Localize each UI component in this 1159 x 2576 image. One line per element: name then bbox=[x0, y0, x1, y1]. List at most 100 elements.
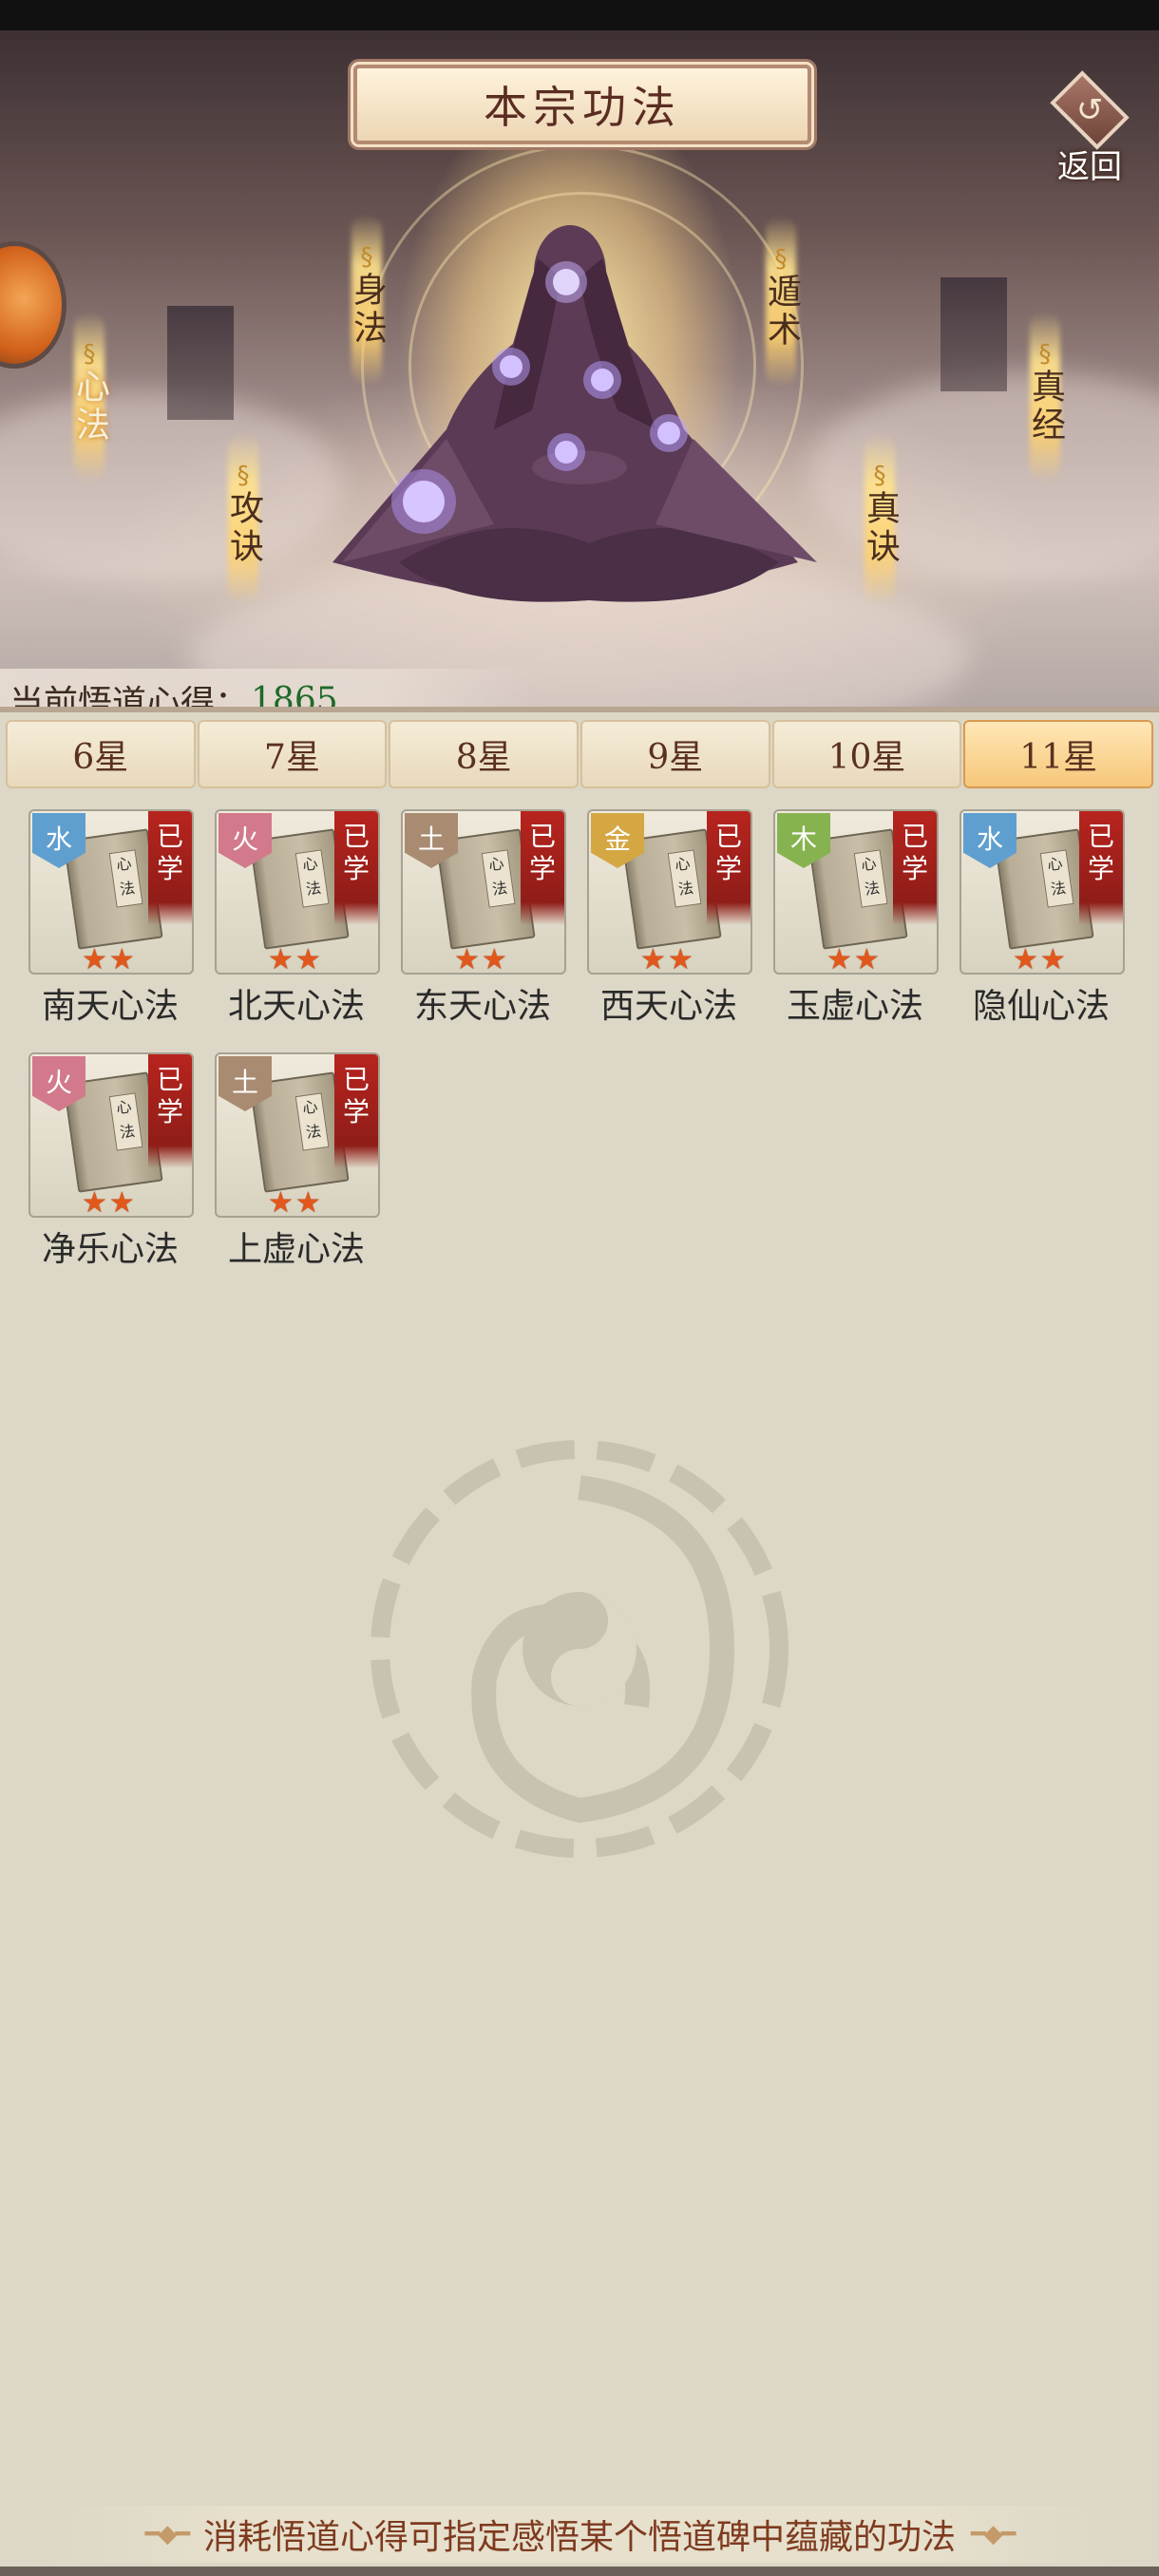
learned-char: 已 bbox=[714, 821, 742, 852]
star-tab-row: 6星 7星 8星 9星 10星 11星 bbox=[6, 720, 1154, 788]
technique-item[interactable]: 心法火已学 ★ ★ 净乐心法 bbox=[25, 1052, 196, 1280]
technique-zhenjue[interactable]: § 真诀 bbox=[851, 433, 908, 604]
technique-name: 玉虚心法 bbox=[786, 987, 923, 1026]
back-button[interactable]: ↺ 返回 bbox=[1037, 70, 1142, 186]
learned-char: 学 bbox=[156, 853, 183, 884]
technique-zhenjing[interactable]: § 真经 bbox=[1016, 312, 1074, 483]
technique-item[interactable]: 心法金已学 ★ ★ 西天心法 bbox=[583, 809, 754, 1037]
star-rating: ★ ★ bbox=[454, 943, 507, 975]
status-bar bbox=[0, 0, 1159, 30]
technique-gongjue[interactable]: § 攻诀 bbox=[215, 433, 272, 604]
learned-char: 学 bbox=[528, 853, 556, 884]
star-icon: ★ bbox=[294, 1186, 321, 1218]
star-rating: ★ ★ bbox=[1013, 943, 1066, 975]
technique-xinfa[interactable]: § 心法 bbox=[61, 312, 118, 483]
learned-tag: 已学 bbox=[1079, 811, 1123, 925]
book-glyph: 心法 bbox=[667, 849, 702, 908]
technique-name: 上虚心法 bbox=[227, 1230, 365, 1269]
learned-char: 已 bbox=[1087, 821, 1114, 852]
footer-hint: ━◆━ 消耗悟道心得可指定感悟某个悟道碑中蕴藏的功法 ━◆━ bbox=[28, 2506, 1130, 2563]
star-icon: ★ bbox=[82, 1186, 107, 1218]
tab-6-star[interactable]: 6星 bbox=[6, 720, 196, 788]
star-icon: ★ bbox=[640, 943, 666, 975]
rune-icon: § bbox=[83, 340, 96, 369]
ornament-icon: ━◆━ bbox=[144, 2520, 190, 2548]
technique-card: 心法木已学 ★ ★ bbox=[773, 809, 939, 975]
technique-card: 心法土已学 ★ ★ bbox=[215, 1052, 380, 1218]
page-title-banner: 本宗功法 bbox=[353, 65, 811, 144]
book-glyph: 心法 bbox=[294, 1092, 330, 1151]
technique-item[interactable]: 心法火已学 ★ ★ 北天心法 bbox=[211, 809, 382, 1037]
learned-tag: 已学 bbox=[334, 1054, 378, 1168]
star-rating: ★ ★ bbox=[268, 943, 321, 975]
wudao-points-bar: 当前悟道心得： 1865 bbox=[0, 669, 542, 707]
divider bbox=[0, 707, 1159, 712]
technique-item[interactable]: 心法水已学 ★ ★ 南天心法 bbox=[25, 809, 196, 1037]
technique-card: 心法水已学 ★ ★ bbox=[960, 809, 1125, 975]
technique-item[interactable]: 心法土已学 ★ ★ 上虚心法 bbox=[211, 1052, 382, 1280]
learned-tag: 已学 bbox=[148, 1054, 192, 1168]
tab-9-star[interactable]: 9星 bbox=[580, 720, 770, 788]
technique-name: 净乐心法 bbox=[41, 1230, 179, 1269]
star-icon: ★ bbox=[826, 943, 852, 975]
book-glyph: 心法 bbox=[108, 849, 143, 908]
book-glyph: 心法 bbox=[108, 1092, 143, 1151]
tab-8-star[interactable]: 8星 bbox=[389, 720, 580, 788]
star-icon: ★ bbox=[454, 943, 480, 975]
technique-card: 心法水已学 ★ ★ bbox=[28, 809, 194, 975]
star-icon: ★ bbox=[667, 943, 694, 975]
rune-icon: § bbox=[360, 243, 373, 272]
learned-tag: 已学 bbox=[707, 811, 750, 925]
back-label: 返回 bbox=[1057, 148, 1122, 186]
technique-item[interactable]: 心法土已学 ★ ★ 东天心法 bbox=[397, 809, 568, 1037]
learned-char: 已 bbox=[156, 1064, 183, 1095]
wudao-value: 1865 bbox=[251, 680, 338, 708]
star-icon: ★ bbox=[268, 1186, 294, 1218]
taiji-watermark-icon bbox=[370, 1440, 788, 1858]
rune-icon: § bbox=[774, 245, 788, 274]
learned-char: 学 bbox=[714, 853, 742, 884]
star-icon: ★ bbox=[108, 943, 135, 975]
technique-card: 心法土已学 ★ ★ bbox=[401, 809, 566, 975]
bottom-edge bbox=[0, 2567, 1159, 2576]
star-icon: ★ bbox=[853, 943, 880, 975]
tab-10-star[interactable]: 10星 bbox=[771, 720, 962, 788]
learned-char: 学 bbox=[342, 1096, 370, 1127]
book-glyph: 心法 bbox=[1039, 849, 1074, 908]
back-arrow-icon: ↺ bbox=[1050, 70, 1130, 150]
star-icon: ★ bbox=[481, 943, 507, 975]
learned-char: 学 bbox=[1087, 853, 1114, 884]
technique-dunshu[interactable]: § 遁术 bbox=[752, 217, 809, 388]
book-glyph: 心法 bbox=[481, 849, 516, 908]
page-title: 本宗功法 bbox=[484, 82, 681, 133]
star-rating: ★ ★ bbox=[82, 1186, 135, 1218]
tab-7-star[interactable]: 7星 bbox=[197, 720, 388, 788]
star-icon: ★ bbox=[108, 1186, 135, 1218]
learned-tag: 已学 bbox=[893, 811, 937, 925]
technique-item[interactable]: 心法水已学 ★ ★ 隐仙心法 bbox=[956, 809, 1127, 1037]
learned-char: 学 bbox=[156, 1096, 183, 1127]
ornament-icon: ━◆━ bbox=[971, 2520, 1016, 2548]
technique-item[interactable]: 心法木已学 ★ ★ 玉虚心法 bbox=[770, 809, 940, 1037]
star-rating: ★ ★ bbox=[82, 943, 135, 975]
star-rating: ★ ★ bbox=[640, 943, 694, 975]
star-icon: ★ bbox=[1039, 943, 1066, 975]
learned-char: 已 bbox=[528, 821, 556, 852]
learned-char: 已 bbox=[342, 821, 370, 852]
star-icon: ★ bbox=[294, 943, 321, 975]
technique-card: 心法火已学 ★ ★ bbox=[28, 1052, 194, 1218]
learned-tag: 已学 bbox=[334, 811, 378, 925]
rune-icon: § bbox=[873, 462, 886, 490]
technique-name: 西天心法 bbox=[599, 987, 737, 1026]
book-glyph: 心法 bbox=[853, 849, 888, 908]
technique-name: 东天心法 bbox=[413, 987, 551, 1026]
book-glyph: 心法 bbox=[294, 849, 330, 908]
tab-11-star[interactable]: 11星 bbox=[963, 720, 1154, 788]
learned-tag: 已学 bbox=[148, 811, 192, 925]
star-icon: ★ bbox=[82, 943, 107, 975]
star-rating: ★ ★ bbox=[268, 1186, 321, 1218]
learned-char: 已 bbox=[901, 821, 928, 852]
learned-char: 已 bbox=[156, 821, 183, 852]
learned-char: 学 bbox=[901, 853, 928, 884]
technique-shenfa[interactable]: § 身法 bbox=[338, 215, 395, 386]
